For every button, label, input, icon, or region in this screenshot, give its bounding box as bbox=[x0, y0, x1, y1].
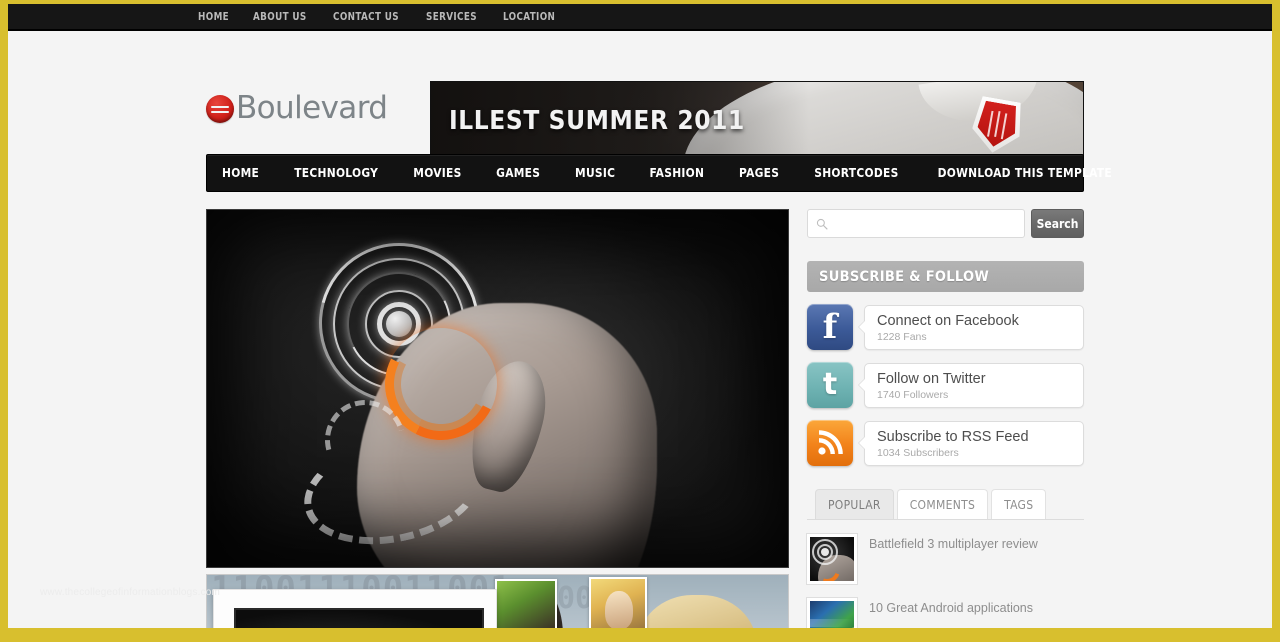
twitter-bubble[interactable]: Follow on Twitter 1740 Followers bbox=[858, 362, 1084, 408]
tab-comments[interactable]: COMMENTS bbox=[896, 489, 989, 519]
top-nav-item-about-us[interactable]: ABOUT US bbox=[253, 11, 307, 23]
rss-count: 1034 Subscribers bbox=[877, 446, 959, 459]
nav-item-home[interactable]: HOME bbox=[209, 155, 275, 191]
tab-popular[interactable]: POPULAR bbox=[815, 489, 894, 519]
social-row-rss[interactable]: Subscribe to RSS Feed 1034 Subscribers bbox=[807, 420, 1084, 466]
search-widget: Search bbox=[807, 209, 1084, 238]
nav-item-download-this-template[interactable]: DOWNLOAD THIS TEMPLATE bbox=[922, 155, 1127, 191]
rss-glyph bbox=[818, 430, 843, 455]
page-inner: HOME ABOUT US CONTACT US SERVICES LOCATI… bbox=[8, 4, 1272, 628]
logo-text: Boulevard bbox=[236, 90, 388, 126]
nav-item-fashion[interactable]: FASHION bbox=[634, 155, 719, 191]
twitter-title: Follow on Twitter bbox=[877, 370, 986, 387]
site-logo[interactable]: Boulevard bbox=[206, 90, 388, 126]
sidebar-tabs: POPULAR COMMENTS TAGS bbox=[807, 489, 1084, 520]
list-item[interactable]: 10 Great Android applications bbox=[807, 598, 1084, 628]
facebook-count: 1228 Fans bbox=[877, 330, 927, 343]
nav-item-movies[interactable]: MOVIES bbox=[399, 155, 478, 191]
collage-photo-2 bbox=[589, 577, 647, 628]
post-thumbnail[interactable] bbox=[807, 534, 857, 584]
facebook-title: Connect on Facebook bbox=[877, 312, 1019, 329]
monitor-frame bbox=[213, 589, 497, 628]
post-thumbnail[interactable] bbox=[807, 598, 857, 628]
tab-tags[interactable]: TAGS bbox=[991, 489, 1047, 519]
logo-circle-icon bbox=[206, 94, 234, 123]
main-navigation: HOME TECHNOLOGY MOVIES GAMES MUSIC FASHI… bbox=[206, 154, 1112, 192]
site-header: Boulevard ILLEST SUMMER 2011 bbox=[8, 31, 1272, 160]
twitter-glyph: t bbox=[822, 367, 838, 402]
top-nav-item-services[interactable]: SERVICES bbox=[426, 11, 477, 23]
search-input[interactable] bbox=[828, 210, 1024, 237]
page-frame: HOME ABOUT US CONTACT US SERVICES LOCATI… bbox=[0, 0, 1280, 642]
top-nav-item-location[interactable]: LOCATION bbox=[503, 11, 555, 23]
social-row-facebook[interactable]: f Connect on Facebook 1228 Fans bbox=[807, 304, 1084, 350]
top-utility-bar: HOME ABOUT US CONTACT US SERVICES LOCATI… bbox=[8, 4, 1272, 31]
featured-post-image[interactable] bbox=[206, 209, 789, 568]
content-area: 11001110011001 0010 bbox=[206, 209, 1084, 628]
featured-vignette bbox=[207, 210, 788, 567]
monitor-screen bbox=[234, 608, 484, 628]
nav-item-games[interactable]: GAMES bbox=[481, 155, 556, 191]
post-title[interactable]: Battlefield 3 multiplayer review bbox=[869, 534, 1038, 552]
main-column: 11001110011001 0010 bbox=[206, 209, 789, 628]
facebook-bubble[interactable]: Connect on Facebook 1228 Fans bbox=[858, 304, 1084, 350]
header-banner-ad[interactable]: ILLEST SUMMER 2011 bbox=[430, 81, 1084, 160]
collage-photo-1 bbox=[495, 579, 557, 628]
facebook-glyph: f bbox=[822, 307, 838, 347]
post-title[interactable]: 10 Great Android applications bbox=[869, 598, 1033, 616]
rss-title: Subscribe to RSS Feed bbox=[877, 428, 1029, 445]
nav-item-technology[interactable]: TECHNOLOGY bbox=[279, 155, 393, 191]
search-input-wrapper bbox=[807, 209, 1025, 238]
rss-bubble[interactable]: Subscribe to RSS Feed 1034 Subscribers bbox=[858, 420, 1084, 466]
top-nav: HOME ABOUT US CONTACT US SERVICES LOCATI… bbox=[198, 11, 559, 23]
nav-item-music[interactable]: MUSIC bbox=[560, 155, 631, 191]
top-nav-item-home[interactable]: HOME bbox=[198, 11, 229, 23]
sidebar: Search SUBSCRIBE & FOLLOW f Connect on F… bbox=[807, 209, 1084, 628]
social-row-twitter[interactable]: t Follow on Twitter 1740 Followers bbox=[807, 362, 1084, 408]
rss-icon[interactable] bbox=[807, 420, 853, 466]
banner-headline: ILLEST SUMMER 2011 bbox=[449, 105, 745, 136]
search-button[interactable]: Search bbox=[1031, 209, 1084, 238]
secondary-post-image[interactable]: 11001110011001 0010 bbox=[206, 574, 789, 628]
top-nav-item-contact-us[interactable]: CONTACT US bbox=[333, 11, 399, 23]
nav-item-shortcodes[interactable]: SHORTCODES bbox=[799, 155, 914, 191]
nav-item-pages[interactable]: PAGES bbox=[724, 155, 795, 191]
facebook-icon[interactable]: f bbox=[807, 304, 853, 350]
twitter-count: 1740 Followers bbox=[877, 388, 949, 401]
watermark-text: www.thecollegeofinformationblogs.com bbox=[40, 587, 221, 598]
twitter-icon[interactable]: t bbox=[807, 362, 853, 408]
search-icon bbox=[816, 218, 828, 230]
list-item[interactable]: Battlefield 3 multiplayer review bbox=[807, 534, 1084, 584]
subscribe-follow-heading: SUBSCRIBE & FOLLOW bbox=[807, 261, 1084, 292]
